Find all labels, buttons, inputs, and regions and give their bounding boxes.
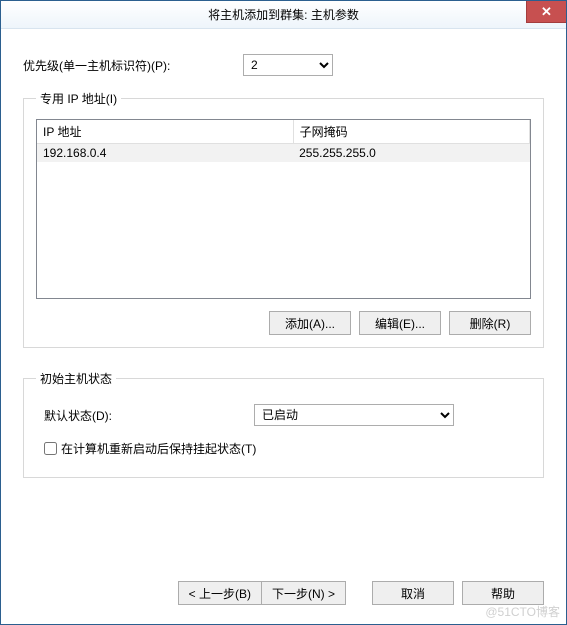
spacer xyxy=(23,500,544,581)
initial-status-group: 初始主机状态 默认状态(D): 已启动 在计算机重新启动后保持挂起状态(T) xyxy=(23,370,544,478)
remove-button[interactable]: 删除(R) xyxy=(449,311,531,335)
retain-checkbox[interactable] xyxy=(44,442,57,455)
title-bar: 将主机添加到群集: 主机参数 ✕ xyxy=(1,1,566,29)
col-ip[interactable]: IP 地址 xyxy=(37,120,293,144)
close-icon: ✕ xyxy=(541,4,552,20)
nav-button-group: < 上一步(B) 下一步(N) > xyxy=(178,581,346,605)
window-title: 将主机添加到群集: 主机参数 xyxy=(208,6,359,23)
ip-button-row: 添加(A)... 编辑(E)... 删除(R) xyxy=(36,311,531,335)
close-button[interactable]: ✕ xyxy=(526,1,566,23)
wizard-footer: < 上一步(B) 下一步(N) > 取消 帮助 xyxy=(23,581,544,609)
default-status-label: 默认状态(D): xyxy=(44,407,254,424)
status-group-legend: 初始主机状态 xyxy=(36,370,116,387)
priority-select[interactable]: 2 xyxy=(243,54,333,76)
add-button[interactable]: 添加(A)... xyxy=(269,311,351,335)
back-button[interactable]: < 上一步(B) xyxy=(178,581,261,605)
ip-address-group: 专用 IP 地址(I) IP 地址 子网掩码 192.168.0.4 255.2… xyxy=(23,90,544,348)
ip-group-legend: 专用 IP 地址(I) xyxy=(36,90,121,107)
content-area: 优先级(单一主机标识符)(P): 2 专用 IP 地址(I) IP 地址 子网掩… xyxy=(1,29,566,624)
priority-label: 优先级(单一主机标识符)(P): xyxy=(23,57,243,74)
col-mask[interactable]: 子网掩码 xyxy=(293,120,529,144)
ip-table-container: IP 地址 子网掩码 192.168.0.4 255.255.255.0 xyxy=(36,119,531,299)
help-button[interactable]: 帮助 xyxy=(462,581,544,605)
default-status-row: 默认状态(D): 已启动 xyxy=(44,404,531,426)
retain-label: 在计算机重新启动后保持挂起状态(T) xyxy=(61,440,256,457)
table-row[interactable]: 192.168.0.4 255.255.255.0 xyxy=(37,144,530,163)
next-button[interactable]: 下一步(N) > xyxy=(261,581,346,605)
ip-table: IP 地址 子网掩码 192.168.0.4 255.255.255.0 xyxy=(37,120,530,162)
table-header-row: IP 地址 子网掩码 xyxy=(37,120,530,144)
default-status-select[interactable]: 已启动 xyxy=(254,404,454,426)
dialog-window: 将主机添加到群集: 主机参数 ✕ 优先级(单一主机标识符)(P): 2 专用 I… xyxy=(0,0,567,625)
edit-button[interactable]: 编辑(E)... xyxy=(359,311,441,335)
cancel-button[interactable]: 取消 xyxy=(372,581,454,605)
retain-row: 在计算机重新启动后保持挂起状态(T) xyxy=(44,440,531,457)
priority-row: 优先级(单一主机标识符)(P): 2 xyxy=(23,54,544,76)
cell-ip: 192.168.0.4 xyxy=(37,144,293,163)
cell-mask: 255.255.255.0 xyxy=(293,144,529,163)
